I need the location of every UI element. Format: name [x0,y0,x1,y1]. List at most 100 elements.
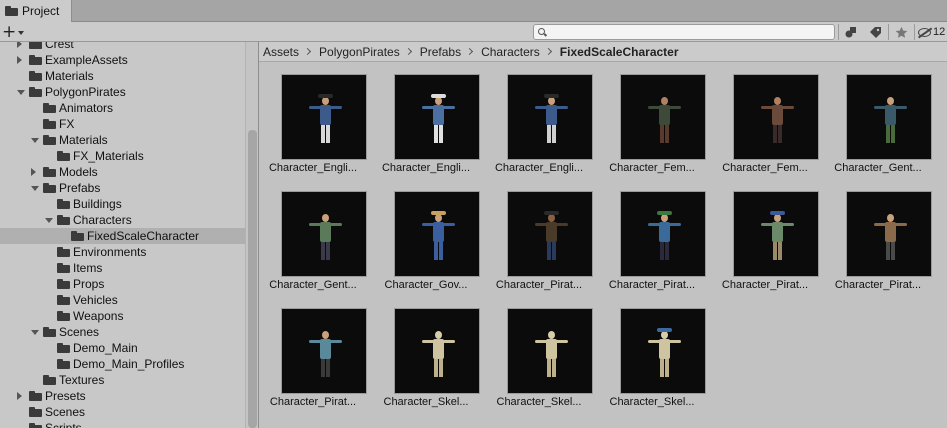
tree-item[interactable]: Scripts [0,420,245,428]
figure-head [887,214,894,222]
expand-right-icon[interactable] [17,56,22,64]
asset-tile[interactable]: Character_Pirat... [485,191,593,303]
expand-down-icon[interactable] [31,138,39,143]
search-field[interactable] [533,24,835,40]
asset-tile[interactable]: Character_Gent... [824,74,932,186]
tree-item[interactable]: Scenes [0,324,245,340]
tree-item[interactable]: FX [0,116,245,132]
breadcrumb-item[interactable]: PolygonPirates [319,45,400,59]
tree-item[interactable]: Environments [0,244,245,260]
create-dropdown-button[interactable]: + [2,23,30,41]
figure-legl [547,359,551,377]
tree-item[interactable]: PolygonPirates [0,84,245,100]
asset-thumbnail[interactable] [620,74,706,160]
breadcrumb-item[interactable]: Assets [263,45,299,59]
search-by-label-button[interactable] [864,23,886,41]
search-by-type-button[interactable] [840,23,862,41]
breadcrumb-item[interactable]: FixedScaleCharacter [560,45,679,59]
asset-thumbnail[interactable] [394,191,480,277]
scrollbar-thumb[interactable] [248,130,257,428]
tree-item[interactable]: Weapons [0,308,245,324]
asset-thumbnail[interactable] [281,74,367,160]
expand-down-icon[interactable] [31,330,39,335]
breadcrumb-item[interactable]: Prefabs [420,45,461,59]
asset-thumbnail[interactable] [281,308,367,394]
tree-item[interactable]: FixedScaleCharacter [0,228,245,244]
figure-legl [660,359,664,377]
expand-down-icon[interactable] [45,218,53,223]
asset-thumbnail[interactable] [846,74,932,160]
character-preview-icon [508,309,594,395]
expand-down-icon[interactable] [31,186,39,191]
expand-right-icon[interactable] [17,392,22,400]
asset-thumbnail[interactable] [507,191,593,277]
figure-body [659,222,670,242]
asset-thumbnail[interactable] [733,191,819,277]
character-preview-icon [621,75,707,161]
search-input[interactable] [550,26,830,38]
asset-tile[interactable]: Character_Skel... [598,308,706,420]
asset-tile[interactable]: Character_Skel... [485,308,593,420]
folder-open-icon [57,215,70,225]
asset-thumbnail[interactable] [846,191,932,277]
tree-item[interactable]: Textures [0,372,245,388]
expand-right-icon[interactable] [17,42,22,48]
tree-item[interactable]: Animators [0,100,245,116]
expand-right-icon[interactable] [31,168,36,176]
asset-tile[interactable]: Character_Skel... [372,308,480,420]
figure-head [322,97,329,105]
asset-tile[interactable]: Character_Fem... [598,74,706,186]
tree-item[interactable]: Models [0,164,245,180]
tree-item[interactable]: Materials [0,132,245,148]
asset-tile[interactable]: Character_Pirat... [824,191,932,303]
figure-head [661,97,668,105]
asset-thumbnail[interactable] [507,74,593,160]
asset-thumbnail[interactable] [620,308,706,394]
asset-tile[interactable]: Character_Engli... [485,74,593,186]
asset-thumbnail[interactable] [620,191,706,277]
tab-bar: Project [0,0,947,22]
tree-item[interactable]: Buildings [0,196,245,212]
asset-thumbnail[interactable] [507,308,593,394]
tree-item[interactable]: Demo_Main_Profiles [0,356,245,372]
tab-project[interactable]: Project [0,0,72,22]
asset-tile[interactable]: Character_Pirat... [598,191,706,303]
asset-thumbnail[interactable] [281,191,367,277]
tree-item-label: FixedScaleCharacter [87,229,200,243]
figure-head [887,97,894,105]
asset-tile[interactable]: Character_Engli... [372,74,480,186]
tree-item[interactable]: Demo_Main [0,340,245,356]
figure-legl [773,125,777,143]
hidden-packages-toggle[interactable]: 12 [918,23,945,41]
asset-tile[interactable]: Character_Gent... [259,191,367,303]
tree-item[interactable]: Crest [0,42,245,52]
asset-tile[interactable]: Character_Engli... [259,74,367,186]
tree-item[interactable]: Prefabs [0,180,245,196]
tree-item[interactable]: Props [0,276,245,292]
tree-item-label: Items [73,261,103,275]
asset-thumbnail[interactable] [394,74,480,160]
breadcrumb-item[interactable]: Characters [481,45,540,59]
figure-body [546,222,557,242]
tree-item[interactable]: Vehicles [0,292,245,308]
expand-down-icon[interactable] [17,90,25,95]
tree-item[interactable]: ExampleAssets [0,52,245,68]
asset-tile[interactable]: Character_Fem... [711,74,819,186]
tree-item[interactable]: Materials [0,68,245,84]
tree-item[interactable]: Presets [0,388,245,404]
tree-item-label: Props [73,277,105,291]
asset-tile[interactable]: Character_Gov... [372,191,480,303]
asset-thumbnail[interactable] [733,74,819,160]
asset-tile[interactable]: Character_Pirat... [711,191,819,303]
asset-thumbnail[interactable] [394,308,480,394]
tree-scrollbar[interactable] [245,42,258,428]
favorite-button[interactable] [890,23,912,41]
tree-item[interactable]: Characters [0,212,245,228]
tree-item[interactable]: Scenes [0,404,245,420]
tree-item[interactable]: FX_Materials [0,148,245,164]
figure-hat [431,94,446,98]
tree-item[interactable]: Items [0,260,245,276]
asset-label: Character_Fem... [722,162,808,174]
asset-tile[interactable]: Character_Pirat... [259,308,367,420]
figure-legr [665,125,669,143]
